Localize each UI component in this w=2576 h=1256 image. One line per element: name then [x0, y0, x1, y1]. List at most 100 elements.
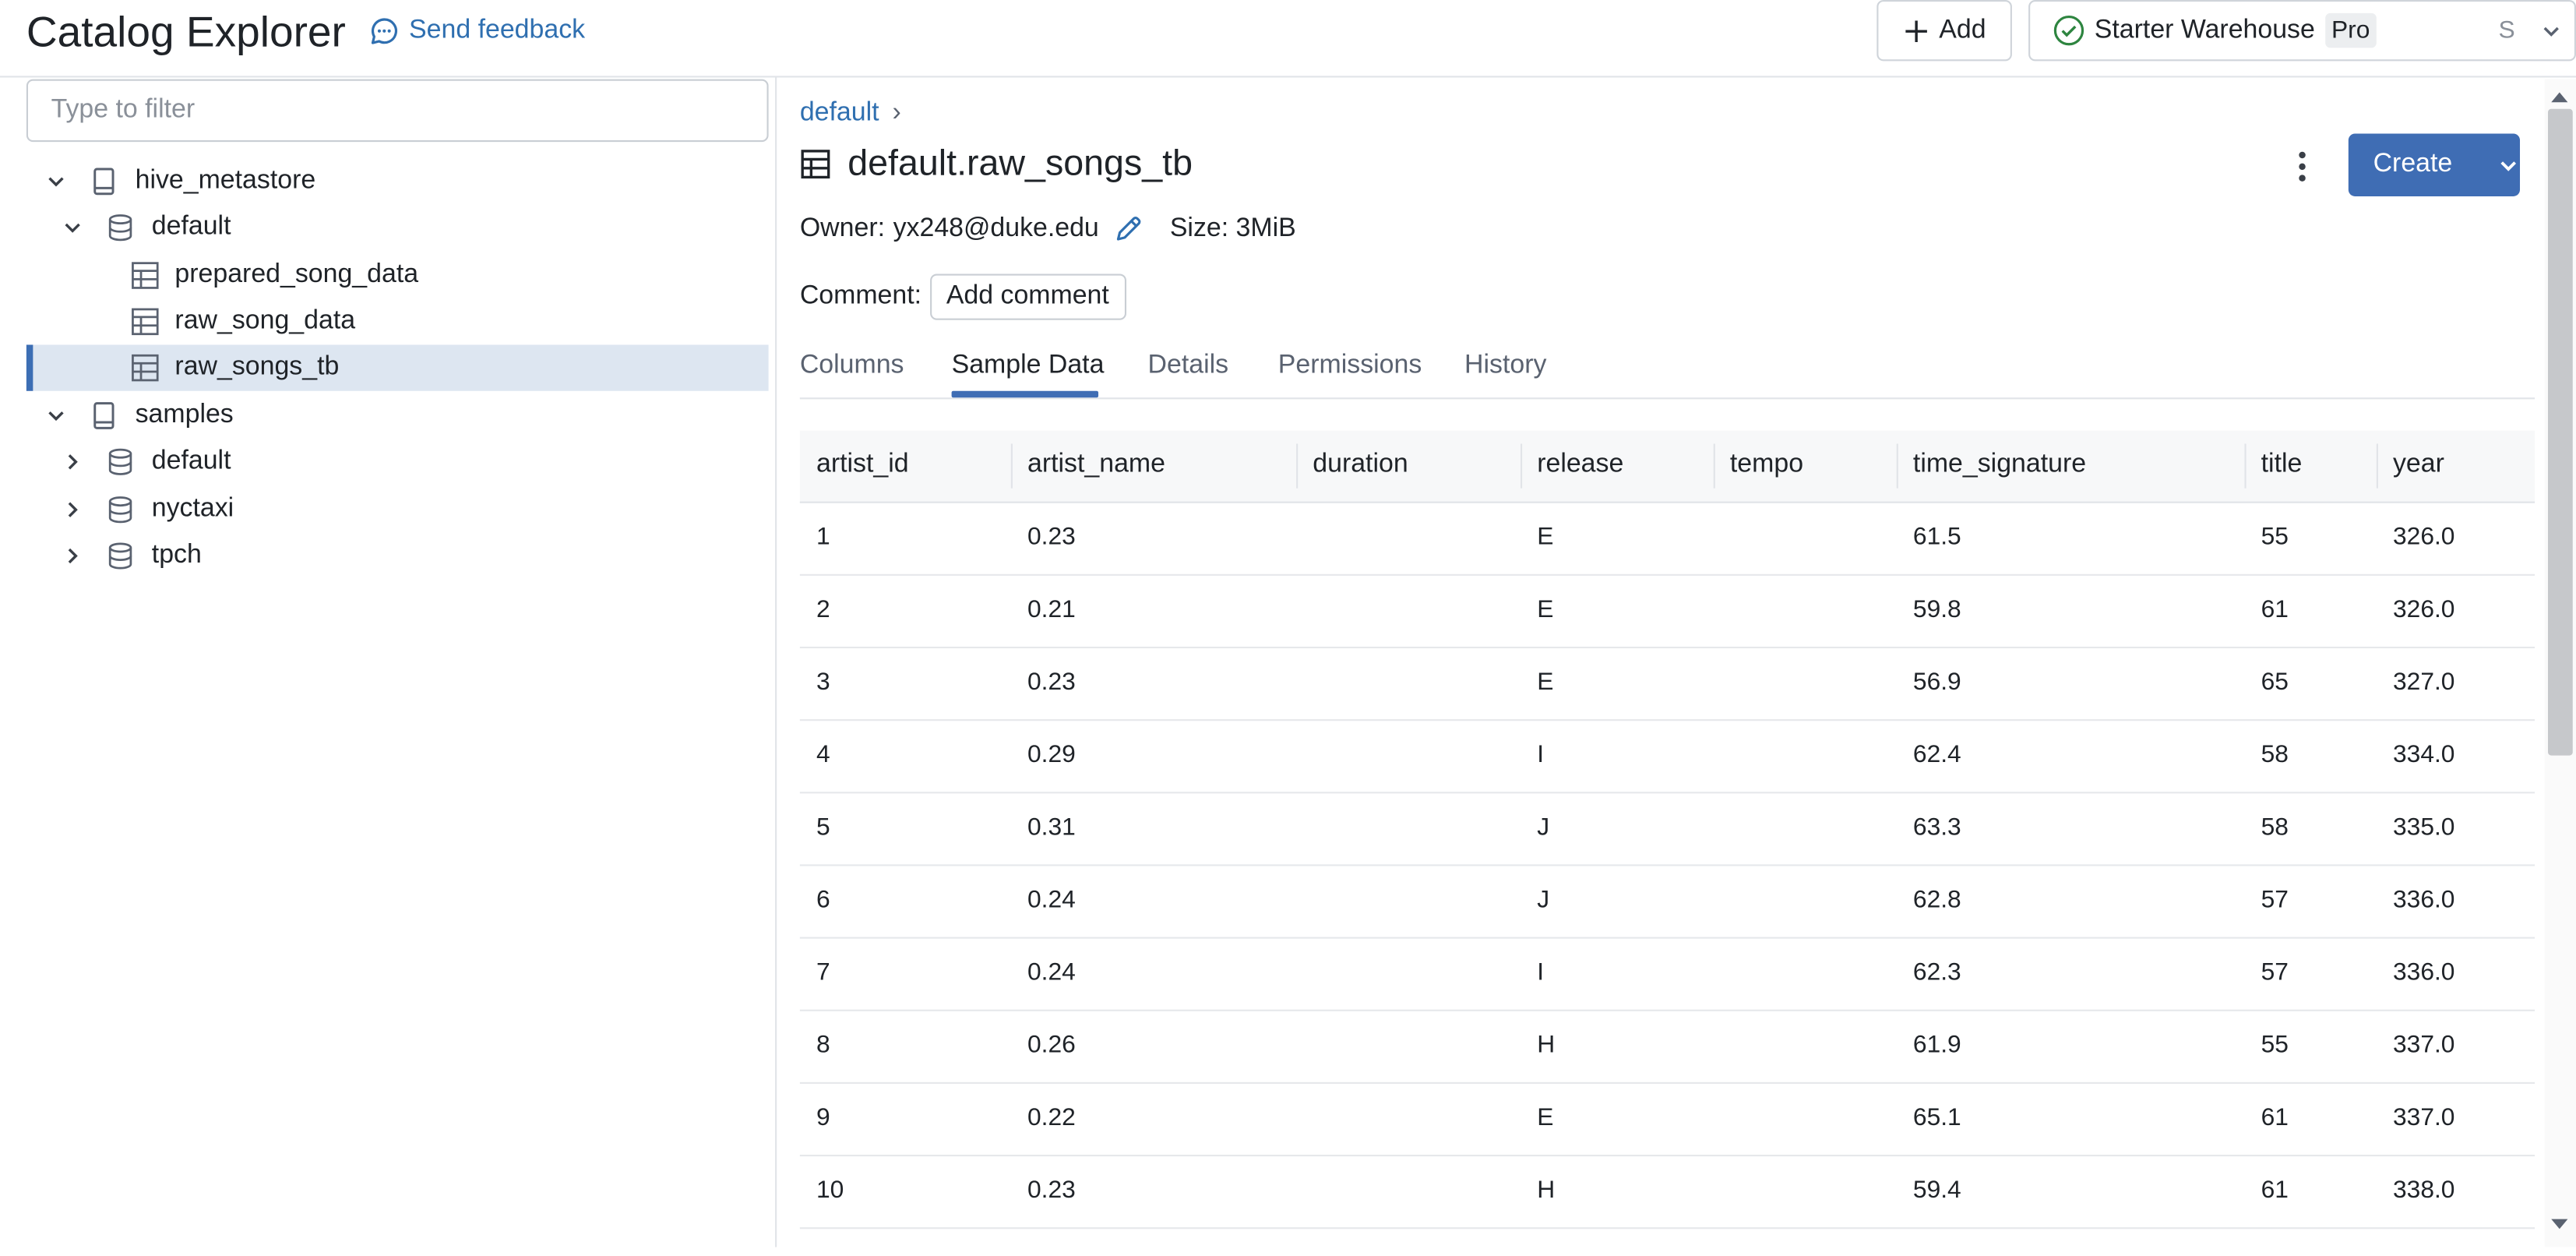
column-resize-handle[interactable] — [1521, 443, 1523, 489]
column-header[interactable]: artist_name — [1027, 450, 1165, 480]
filter-input[interactable] — [26, 79, 769, 143]
tree-item-default-schema[interactable]: default — [26, 205, 769, 251]
column-resize-handle[interactable] — [2376, 443, 2378, 489]
table-cell: 61 — [2261, 1176, 2289, 1205]
tree-item-prepared-song-data[interactable]: prepared_song_data — [26, 252, 769, 298]
chevron-down-icon[interactable] — [46, 171, 65, 191]
table-cell: 55 — [2261, 523, 2289, 552]
table-row: 3 0.23 E 56.9 65 327.0 — [799, 648, 2535, 721]
table-cell: 0.29 — [1027, 740, 1076, 769]
tree-item-nyctaxi[interactable]: nyctaxi — [26, 487, 769, 533]
tree-item-samples-default[interactable]: default — [26, 439, 769, 485]
table-cell: 55 — [2261, 1031, 2289, 1060]
table-row: 7 0.24 I 62.3 57 336.0 — [799, 939, 2535, 1011]
breadcrumb[interactable]: default › — [800, 99, 901, 129]
add-button-label: Add — [1939, 16, 1986, 44]
warehouse-selector[interactable]: Starter Warehouse Pro S — [2028, 0, 2576, 62]
table-cell: 62.8 — [1912, 885, 1961, 914]
add-comment-button[interactable]: Add comment — [929, 273, 1126, 320]
scrollbar-thumb[interactable] — [2548, 108, 2573, 756]
scroll-down-arrow-icon[interactable] — [2550, 1217, 2569, 1230]
sidebar-divider — [775, 77, 777, 1247]
table-cell: E — [1537, 523, 1554, 552]
more-options-kebab-icon[interactable] — [2282, 146, 2322, 186]
column-header[interactable]: duration — [1313, 450, 1408, 480]
column-resize-handle[interactable] — [2244, 443, 2247, 489]
table-icon — [130, 353, 160, 383]
chevron-right-icon[interactable] — [62, 452, 82, 471]
owner-info: Owner: yx248@duke.edu Size: 3MiB — [800, 214, 1296, 244]
table-cell: 9 — [816, 1103, 830, 1132]
page-title: Catalog Explorer — [26, 6, 346, 56]
table-cell: 10 — [816, 1176, 844, 1205]
table-cell: H — [1537, 1031, 1556, 1060]
scroll-up-arrow-icon[interactable] — [2550, 90, 2569, 104]
pencil-edit-icon[interactable] — [1114, 214, 1144, 244]
tree-item-hive-metastore[interactable]: hive_metastore — [26, 158, 769, 204]
chevron-down-icon[interactable] — [62, 217, 82, 237]
breadcrumb-separator: › — [892, 99, 901, 128]
owner-label: Owner: — [799, 214, 886, 243]
owner-value: yx248@duke.edu — [893, 214, 1099, 243]
tree-item-label: tpch — [151, 541, 202, 570]
table-cell: 0.24 — [1027, 958, 1076, 987]
table-cell: 336.0 — [2392, 885, 2455, 914]
chevron-down-icon[interactable] — [46, 406, 65, 425]
table-cell: 3 — [816, 668, 830, 697]
chevron-right-icon[interactable] — [62, 546, 82, 566]
table-cell: 0.21 — [1027, 595, 1076, 624]
table-cell: 326.0 — [2392, 595, 2455, 624]
column-resize-handle[interactable] — [1010, 443, 1013, 489]
check-circle-icon — [2053, 15, 2084, 46]
breadcrumb-default[interactable]: default — [800, 99, 879, 129]
warehouse-size: S — [2498, 16, 2515, 45]
tab-permissions[interactable]: Permissions — [1278, 351, 1422, 381]
table-cell: 8 — [816, 1031, 830, 1060]
table-size: Size: 3MiB — [1169, 214, 1296, 243]
column-header[interactable]: time_signature — [1913, 450, 2086, 480]
table-cell: E — [1537, 668, 1554, 697]
tree-item-label: default — [151, 446, 231, 475]
tree-item-label: nyctaxi — [151, 495, 234, 524]
tab-details[interactable]: Details — [1148, 351, 1229, 381]
column-header[interactable]: release — [1537, 450, 1623, 480]
catalog-book-icon — [89, 167, 118, 196]
table-cell: 63.3 — [1912, 813, 1961, 841]
table-cell: 59.4 — [1912, 1176, 1961, 1205]
table-cell: J — [1537, 885, 1550, 914]
column-resize-handle[interactable] — [1896, 443, 1898, 489]
tree-item-raw-song-data[interactable]: raw_song_data — [26, 298, 769, 344]
column-header[interactable]: title — [2261, 450, 2303, 480]
chevron-right-icon[interactable] — [62, 499, 82, 519]
table-cell: I — [1537, 740, 1545, 769]
table-cell: 61 — [2261, 1103, 2289, 1132]
tabs-divider — [799, 397, 2535, 400]
column-resize-handle[interactable] — [1296, 443, 1299, 489]
sample-data-table: artist_id artist_name duration release tempo… — [799, 430, 2535, 1230]
table-cell: 0.22 — [1027, 1103, 1076, 1132]
table-icon — [130, 261, 160, 291]
add-button[interactable]: Add — [1876, 0, 2012, 62]
create-button[interactable]: Create — [2348, 133, 2521, 196]
table-cell: 65 — [2261, 668, 2289, 697]
chat-bubble-icon — [369, 16, 399, 46]
tree-item-label: hive_metastore — [135, 166, 316, 195]
tab-columns[interactable]: Columns — [800, 351, 904, 381]
column-header[interactable]: year — [2393, 450, 2444, 480]
tree-item-tpch[interactable]: tpch — [26, 533, 769, 579]
column-resize-handle[interactable] — [1713, 443, 1715, 489]
column-header[interactable]: artist_id — [816, 450, 909, 480]
catalog-book-icon — [89, 400, 118, 430]
tree-item-samples[interactable]: samples — [26, 393, 769, 439]
table-cell: 0.26 — [1027, 1031, 1076, 1060]
tab-sample-data[interactable]: Sample Data — [952, 351, 1105, 381]
tree-item-raw-songs-tb[interactable]: raw_songs_tb — [26, 344, 769, 391]
column-header[interactable]: tempo — [1730, 450, 1803, 480]
tab-history[interactable]: History — [1464, 351, 1546, 381]
table-cell: 59.8 — [1912, 595, 1961, 624]
table-cell: 57 — [2261, 958, 2289, 987]
table-header-row: artist_id artist_name duration release tempo… — [799, 430, 2535, 503]
create-button-label: Create — [2373, 150, 2453, 178]
warehouse-name: Starter Warehouse — [2094, 16, 2315, 44]
send-feedback-link[interactable]: Send feedback — [369, 16, 585, 46]
